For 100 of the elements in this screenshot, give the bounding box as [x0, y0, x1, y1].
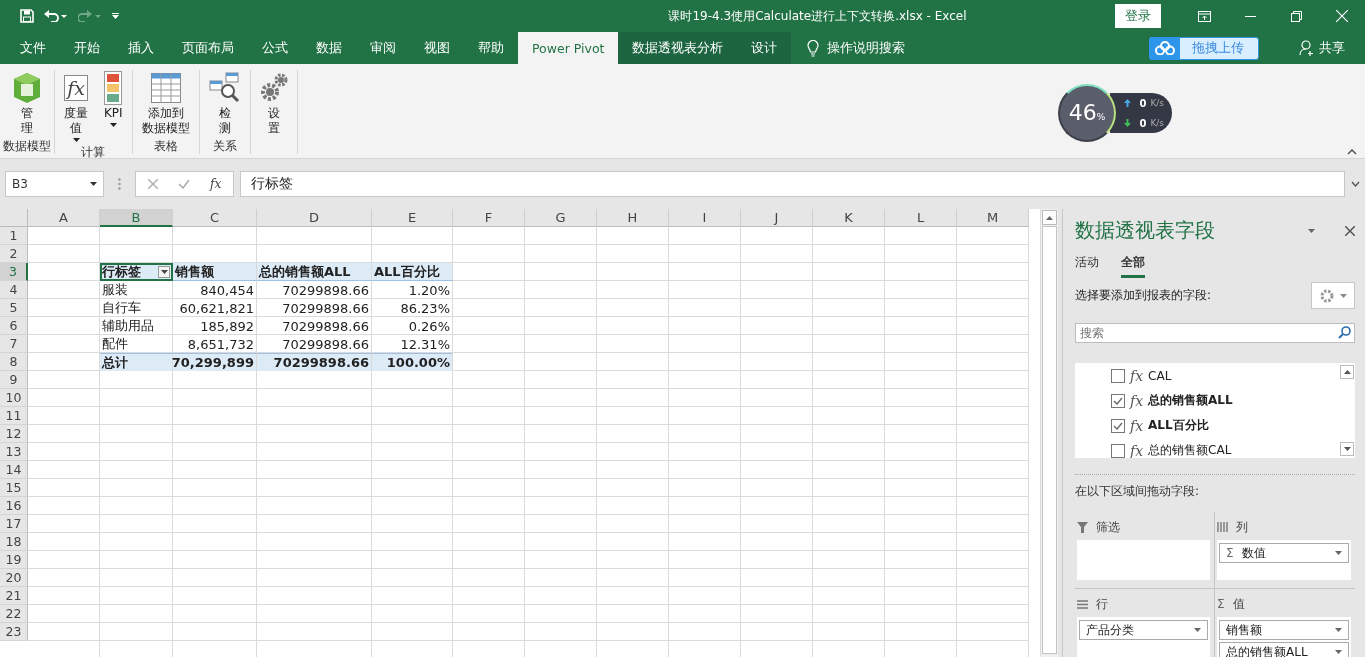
ribbon-button[interactable]: KPI [98, 70, 129, 144]
column-header[interactable]: F [453, 209, 525, 227]
ribbon-tab[interactable]: 帮助 [464, 32, 518, 64]
tell-me-search[interactable]: 操作说明搜索 [827, 39, 906, 57]
collapse-ribbon-icon[interactable] [1347, 149, 1357, 155]
row-header[interactable]: 1 [0, 227, 28, 245]
tools-button[interactable] [1311, 282, 1355, 309]
undo-icon[interactable] [44, 10, 68, 22]
minimize-icon[interactable] [1244, 15, 1256, 17]
column-header[interactable]: K [813, 209, 885, 227]
checkbox[interactable] [1111, 368, 1125, 383]
column-header[interactable]: H [597, 209, 669, 227]
row-header[interactable]: 18 [0, 533, 28, 551]
row-header[interactable]: 22 [0, 605, 28, 623]
row-header[interactable]: 10 [0, 389, 28, 407]
ribbon-tab[interactable]: 数据 [302, 32, 356, 64]
area-field[interactable]: 产品分类 [1079, 620, 1208, 640]
vertical-scrollbar[interactable] [1040, 209, 1058, 657]
ribbon-tab[interactable]: 插入 [114, 32, 168, 64]
ribbon-button[interactable]: 检 测 [202, 70, 247, 138]
gears-icon [259, 73, 288, 103]
field-name[interactable]: 总的销售额ALL [1148, 392, 1233, 409]
row-header[interactable]: 19 [0, 551, 28, 569]
checkbox[interactable] [1111, 418, 1125, 433]
filter-dropdown-icon[interactable] [158, 265, 170, 278]
row-header[interactable]: 16 [0, 497, 28, 515]
column-header[interactable]: C [173, 209, 257, 227]
name-box[interactable]: B3 [5, 171, 104, 197]
column-header[interactable]: M [957, 209, 1029, 227]
column-header[interactable]: D [257, 209, 372, 227]
customize-icon[interactable] [112, 13, 119, 19]
table-cell: 0.26% [372, 317, 453, 335]
expand-icon[interactable] [1351, 181, 1360, 187]
column-header[interactable]: I [669, 209, 741, 227]
row-header[interactable]: 6 [0, 317, 28, 335]
sign-in-button[interactable]: 登录 [1115, 4, 1161, 28]
drag-handle-icon[interactable] [118, 178, 121, 190]
column-header[interactable]: B [100, 209, 173, 227]
row-header[interactable]: 5 [0, 299, 28, 317]
column-header[interactable]: G [525, 209, 597, 227]
row-header[interactable]: 21 [0, 587, 28, 605]
ribbon-display-icon[interactable] [1197, 10, 1211, 22]
ribbon-button[interactable]: 管 理 [7, 70, 47, 138]
ribbon-tab[interactable]: 设计 [737, 32, 792, 64]
ribbon-button[interactable]: 添加到 数据模型 [135, 70, 196, 138]
ribbon-tab[interactable]: 视图 [410, 32, 464, 64]
ribbon-button[interactable]: fx 度量 值 [58, 70, 94, 144]
check-icon[interactable] [178, 179, 190, 189]
field-name[interactable]: CAL [1148, 368, 1172, 383]
save-icon[interactable] [20, 9, 34, 23]
ribbon-tab[interactable]: 数据透视表分析 [618, 32, 738, 64]
area-label: 列 [1236, 518, 1248, 536]
row-header[interactable]: 9 [0, 371, 28, 389]
column-header[interactable]: L [885, 209, 957, 227]
checkbox[interactable] [1111, 393, 1125, 408]
ribbon-tab[interactable]: Power Pivot [518, 32, 619, 64]
formula-field[interactable]: 行标签 [240, 171, 1345, 197]
row-header[interactable]: 23 [0, 623, 28, 641]
row-header[interactable]: 8 [0, 353, 28, 371]
row-header[interactable]: 11 [0, 407, 28, 425]
column-header[interactable]: A [28, 209, 100, 227]
share-button[interactable]: 共享 [1319, 39, 1345, 57]
row-header[interactable]: 17 [0, 515, 28, 533]
column-header[interactable]: E [372, 209, 453, 227]
field-name[interactable]: 总的销售额CAL [1148, 442, 1232, 458]
drop-area[interactable]: Σ 数值 [1217, 540, 1351, 580]
pane-tab[interactable]: 全部 [1121, 250, 1145, 278]
search-field[interactable]: 搜索 [1075, 323, 1355, 343]
row-header[interactable]: 13 [0, 443, 28, 461]
row-header[interactable]: 15 [0, 479, 28, 497]
function-icon: fx [1130, 417, 1144, 434]
row-header[interactable]: 7 [0, 335, 28, 353]
drop-area[interactable]: 销售额 总的销售额ALL [1217, 617, 1351, 657]
ribbon-tab[interactable]: 审阅 [356, 32, 410, 64]
ribbon-tab[interactable]: 页面布局 [168, 32, 248, 64]
drop-area[interactable]: 产品分类 [1077, 617, 1210, 657]
close-icon[interactable] [1345, 225, 1355, 236]
ribbon-tab[interactable]: 公式 [248, 32, 302, 64]
field-name[interactable]: ALL百分比 [1148, 417, 1209, 434]
column-header[interactable]: J [741, 209, 813, 227]
ribbon-tab[interactable]: 开始 [60, 32, 114, 64]
checkbox[interactable] [1111, 443, 1125, 458]
area-field[interactable]: 总的销售额ALL [1219, 642, 1349, 657]
scroll-up-icon[interactable] [1343, 370, 1351, 374]
row-header[interactable]: 14 [0, 461, 28, 479]
area-field[interactable]: Σ 数值 [1219, 543, 1349, 563]
ribbon-button[interactable]: 设 置 [253, 70, 294, 138]
row-header[interactable]: 2 [0, 245, 28, 263]
area-field[interactable]: 销售额 [1219, 620, 1349, 640]
scroll-up-icon[interactable] [1046, 215, 1053, 220]
insert-function-button[interactable]: fx [210, 177, 222, 191]
row-header[interactable]: 3 [0, 263, 28, 281]
ribbon-tab[interactable]: 文件 [6, 32, 60, 64]
scroll-down-icon[interactable] [1343, 447, 1351, 451]
row-header[interactable]: 20 [0, 569, 28, 587]
list-scrollbar[interactable] [1339, 363, 1355, 458]
row-header[interactable]: 4 [0, 281, 28, 299]
row-header[interactable]: 12 [0, 425, 28, 443]
restore-icon[interactable] [1290, 10, 1302, 22]
pane-tab[interactable]: 活动 [1075, 250, 1099, 278]
